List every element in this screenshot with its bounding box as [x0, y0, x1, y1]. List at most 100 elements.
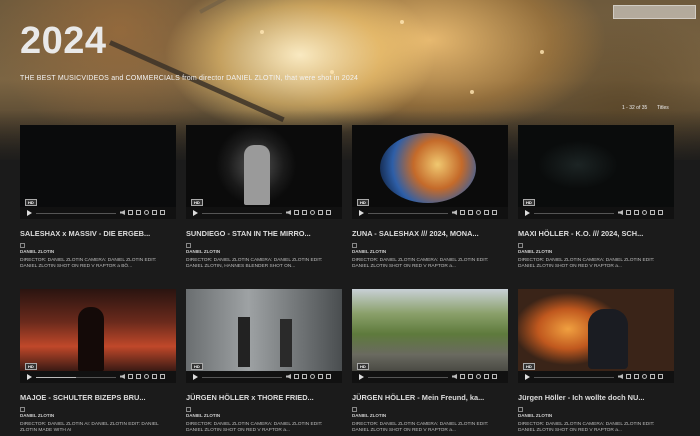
gear-icon[interactable] [476, 210, 481, 215]
fullscreen-icon[interactable] [326, 374, 331, 379]
captions-icon[interactable] [460, 374, 465, 379]
video-thumbnail[interactable] [186, 289, 342, 371]
video-author[interactable]: DANIEL ZLOTIN [352, 413, 386, 418]
captions-icon[interactable] [626, 210, 631, 215]
video-thumbnail[interactable] [186, 125, 342, 207]
pip-icon[interactable] [468, 374, 473, 379]
video-author[interactable]: DANIEL ZLOTIN [518, 249, 552, 254]
video-author[interactable]: DANIEL ZLOTIN [20, 413, 54, 418]
chromecast-icon[interactable] [650, 374, 655, 379]
video-author[interactable]: DANIEL ZLOTIN [186, 249, 220, 254]
video-player[interactable]: HD [20, 125, 176, 219]
pip-icon[interactable] [136, 374, 141, 379]
video-author[interactable]: DANIEL ZLOTIN [518, 413, 552, 418]
fullscreen-icon[interactable] [658, 210, 663, 215]
thumbnail-figure [280, 319, 292, 367]
video-player[interactable]: HD [518, 125, 674, 219]
video-title[interactable]: SUNDIEGO - STAN IN THE MIRRO... [186, 229, 342, 238]
video-thumbnail[interactable] [352, 289, 508, 371]
video-title[interactable]: JÜRGEN HÖLLER x THORE FRIED... [186, 393, 342, 402]
video-player[interactable]: HD [186, 289, 342, 383]
play-icon[interactable] [359, 210, 364, 216]
chromecast-icon[interactable] [318, 210, 323, 215]
captions-icon[interactable] [460, 210, 465, 215]
video-author[interactable]: DANIEL ZLOTIN [20, 249, 54, 254]
volume-icon[interactable] [120, 210, 125, 215]
video-thumbnail[interactable] [518, 289, 674, 371]
fullscreen-icon[interactable] [160, 374, 165, 379]
progress-bar[interactable] [368, 377, 448, 378]
pip-icon[interactable] [302, 374, 307, 379]
video-thumbnail[interactable] [352, 125, 508, 207]
fullscreen-icon[interactable] [326, 210, 331, 215]
video-player[interactable]: HD [518, 289, 674, 383]
pip-icon[interactable] [634, 374, 639, 379]
video-thumbnail[interactable] [20, 289, 176, 371]
gear-icon[interactable] [310, 374, 315, 379]
video-title[interactable]: MAXI HÖLLER - K.O. /// 2024, SCH... [518, 229, 674, 238]
captions-icon[interactable] [128, 210, 133, 215]
progress-bar[interactable] [534, 213, 614, 214]
volume-icon[interactable] [286, 374, 291, 379]
play-icon[interactable] [27, 374, 32, 380]
fullscreen-icon[interactable] [160, 210, 165, 215]
video-title[interactable]: SALESHAX x MASSIV - DIE ERGEB... [20, 229, 176, 238]
video-title[interactable]: ZUNA - SALESHAX /// 2024, MONA... [352, 229, 508, 238]
video-description: DIRECTOR: DANIEL ZLOTIN CAMERA: DANIEL Z… [352, 422, 489, 434]
pip-icon[interactable] [468, 210, 473, 215]
volume-icon[interactable] [286, 210, 291, 215]
play-icon[interactable] [27, 210, 32, 216]
hd-badge: HD [357, 363, 369, 370]
fullscreen-icon[interactable] [658, 374, 663, 379]
play-icon[interactable] [525, 210, 530, 216]
chromecast-icon[interactable] [650, 210, 655, 215]
play-icon[interactable] [193, 210, 198, 216]
gear-icon[interactable] [310, 210, 315, 215]
play-icon[interactable] [193, 374, 198, 380]
video-player[interactable]: HD [352, 289, 508, 383]
volume-icon[interactable] [452, 210, 457, 215]
play-icon[interactable] [525, 374, 530, 380]
pip-icon[interactable] [302, 210, 307, 215]
progress-bar[interactable] [202, 377, 282, 378]
volume-icon[interactable] [452, 374, 457, 379]
video-title[interactable]: Jürgen Höller - Ich wollte doch NU... [518, 393, 674, 402]
video-player[interactable]: HD [186, 125, 342, 219]
captions-icon[interactable] [626, 374, 631, 379]
captions-icon[interactable] [294, 210, 299, 215]
progress-bar[interactable] [202, 213, 282, 214]
video-author[interactable]: DANIEL ZLOTIN [186, 413, 220, 418]
progress-bar[interactable] [36, 213, 116, 214]
pip-icon[interactable] [136, 210, 141, 215]
chromecast-icon[interactable] [484, 374, 489, 379]
chromecast-icon[interactable] [484, 210, 489, 215]
video-player[interactable]: HD [352, 125, 508, 219]
progress-bar[interactable] [368, 213, 448, 214]
progress-bar[interactable] [534, 377, 614, 378]
volume-icon[interactable] [120, 374, 125, 379]
video-player[interactable]: HD [20, 289, 176, 383]
captions-icon[interactable] [294, 374, 299, 379]
player-controls [352, 207, 508, 219]
gear-icon[interactable] [476, 374, 481, 379]
gear-icon[interactable] [642, 210, 647, 215]
captions-icon[interactable] [128, 374, 133, 379]
fullscreen-icon[interactable] [492, 210, 497, 215]
gear-icon[interactable] [642, 374, 647, 379]
volume-icon[interactable] [618, 374, 623, 379]
progress-bar[interactable] [36, 377, 116, 378]
video-thumbnail[interactable] [518, 125, 674, 207]
video-author[interactable]: DANIEL ZLOTIN [352, 249, 386, 254]
gear-icon[interactable] [144, 210, 149, 215]
chromecast-icon[interactable] [318, 374, 323, 379]
play-icon[interactable] [359, 374, 364, 380]
pip-icon[interactable] [634, 210, 639, 215]
gear-icon[interactable] [144, 374, 149, 379]
video-thumbnail[interactable] [20, 125, 176, 207]
fullscreen-icon[interactable] [492, 374, 497, 379]
volume-icon[interactable] [618, 210, 623, 215]
chromecast-icon[interactable] [152, 210, 157, 215]
video-title[interactable]: MAJOE - SCHULTER BIZEPS BRU... [20, 393, 176, 402]
video-title[interactable]: JÜRGEN HÖLLER - Mein Freund, ka... [352, 393, 508, 402]
chromecast-icon[interactable] [152, 374, 157, 379]
